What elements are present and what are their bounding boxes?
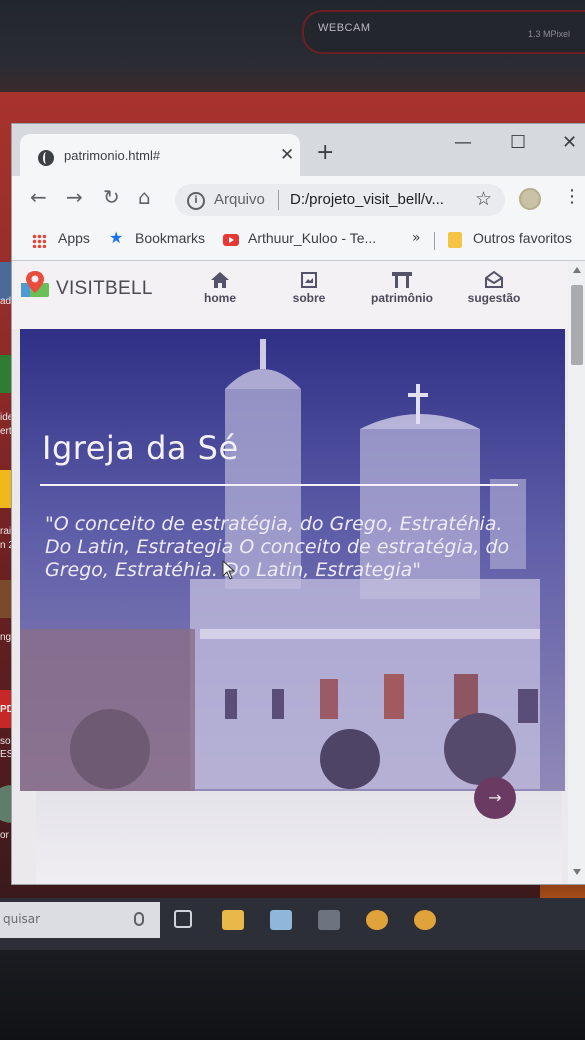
chrome-icon[interactable] — [414, 910, 436, 930]
scroll-down-arrow-icon[interactable] — [573, 869, 581, 875]
mouse-cursor-icon — [222, 560, 236, 580]
reload-icon[interactable]: ↻ — [103, 186, 120, 208]
info-icon[interactable]: i — [187, 192, 205, 210]
file-explorer-icon[interactable] — [222, 910, 244, 930]
youtube-icon — [223, 234, 239, 246]
nav-patrimonio-label: patrimônio — [371, 291, 433, 305]
nav-sugestao-label: sugestão — [467, 291, 521, 305]
nav-sobre-label: sobre — [292, 291, 326, 305]
webcam-resolution: 1.3 MPixel — [528, 29, 571, 39]
bookmark-star-icon[interactable]: ☆ — [475, 188, 492, 210]
profile-avatar[interactable] — [519, 188, 541, 210]
minimize-icon[interactable]: — — [454, 134, 472, 152]
hero-title: Igreja da Sé — [42, 429, 239, 467]
back-icon[interactable]: ← — [30, 186, 47, 208]
apps-grid-icon — [32, 234, 46, 248]
home-icon — [211, 272, 229, 288]
nav-home[interactable]: home — [202, 269, 238, 305]
nav-sobre[interactable]: sobre — [290, 269, 328, 305]
desktop-icon-label: ad — [0, 296, 12, 307]
chrome-icon[interactable] — [366, 910, 388, 930]
picture-icon — [301, 272, 317, 288]
globe-icon — [38, 150, 54, 166]
maximize-icon[interactable]: ☐ — [510, 134, 526, 152]
new-tab-button[interactable]: + — [316, 142, 334, 164]
webcam-label: WEBCAM — [318, 22, 371, 34]
nav-sugestao[interactable]: sugestão — [464, 269, 524, 305]
scroll-thumb[interactable] — [571, 285, 583, 365]
hero-banner: Igreja da Sé "O conceito de estratégia, … — [20, 329, 565, 791]
more-menu-icon[interactable]: ⋮ — [563, 188, 581, 206]
browser-window: patrimonio.html# ✕ + — ☐ ✕ ← → ↻ ⌂ i Arq… — [12, 124, 585, 884]
envelope-icon — [485, 270, 503, 288]
bookmarks-star-icon: ★ — [109, 228, 124, 247]
browser-toolbar: ← → ↻ ⌂ i Arquivo D:/projeto_visit_bell/… — [12, 176, 585, 222]
bookmark-youtube[interactable]: Arthuur_Kuloo - Te... — [248, 230, 376, 246]
close-tab-icon[interactable]: ✕ — [280, 145, 294, 165]
address-scheme: Arquivo — [214, 191, 265, 208]
bookmark-apps[interactable]: Apps — [58, 230, 90, 246]
address-bar[interactable]: i Arquivo D:/projeto_visit_bell/v... ☆ — [175, 184, 505, 216]
task-view-icon[interactable] — [174, 910, 192, 928]
bookmark-other-favorites[interactable]: Outros favoritos — [473, 230, 572, 246]
taskbar-app-icon[interactable] — [270, 910, 292, 930]
nav-patrimonio[interactable]: patrimônio — [366, 269, 438, 305]
taskbar-app-icon[interactable] — [318, 910, 340, 930]
forward-icon[interactable]: → — [66, 186, 83, 208]
next-arrow-button[interactable]: → — [474, 777, 516, 819]
bookmarks-overflow[interactable]: » — [412, 230, 421, 246]
scroll-up-arrow-icon[interactable] — [573, 267, 581, 273]
nav-home-label: home — [203, 291, 236, 305]
taskbar-search-placeholder: quisar — [3, 912, 41, 926]
close-window-icon[interactable]: ✕ — [562, 134, 577, 152]
browser-tab[interactable]: patrimonio.html# ✕ — [20, 134, 300, 178]
bookmark-bookmarks[interactable]: Bookmarks — [135, 230, 205, 246]
monument-icon — [392, 272, 412, 288]
hero-divider — [40, 484, 518, 486]
folder-icon — [448, 232, 462, 248]
map-pin-logo-icon — [21, 271, 49, 297]
vertical-scrollbar[interactable] — [568, 261, 585, 884]
monitor-bezel-bottom — [0, 950, 585, 1040]
hero-quote: "O conceito de estratégia, do Grego, Est… — [45, 513, 510, 581]
home-button-icon[interactable]: ⌂ — [138, 186, 151, 208]
address-url[interactable]: D:/projeto_visit_bell/v... — [290, 191, 444, 208]
address-divider — [278, 190, 279, 210]
site-navbar: VISITBELL home sobre patrimônio sugestão — [12, 261, 568, 329]
microphone-icon[interactable] — [134, 912, 144, 926]
site-logo[interactable]: VISITBELL — [56, 278, 153, 300]
tab-title: patrimonio.html# — [64, 148, 161, 163]
bookmarks-bar: Apps ★ Bookmarks Arthuur_Kuloo - Te... »… — [12, 222, 585, 261]
bookmarks-divider — [434, 232, 435, 250]
tab-strip: patrimonio.html# ✕ + — ☐ ✕ — [12, 124, 585, 178]
